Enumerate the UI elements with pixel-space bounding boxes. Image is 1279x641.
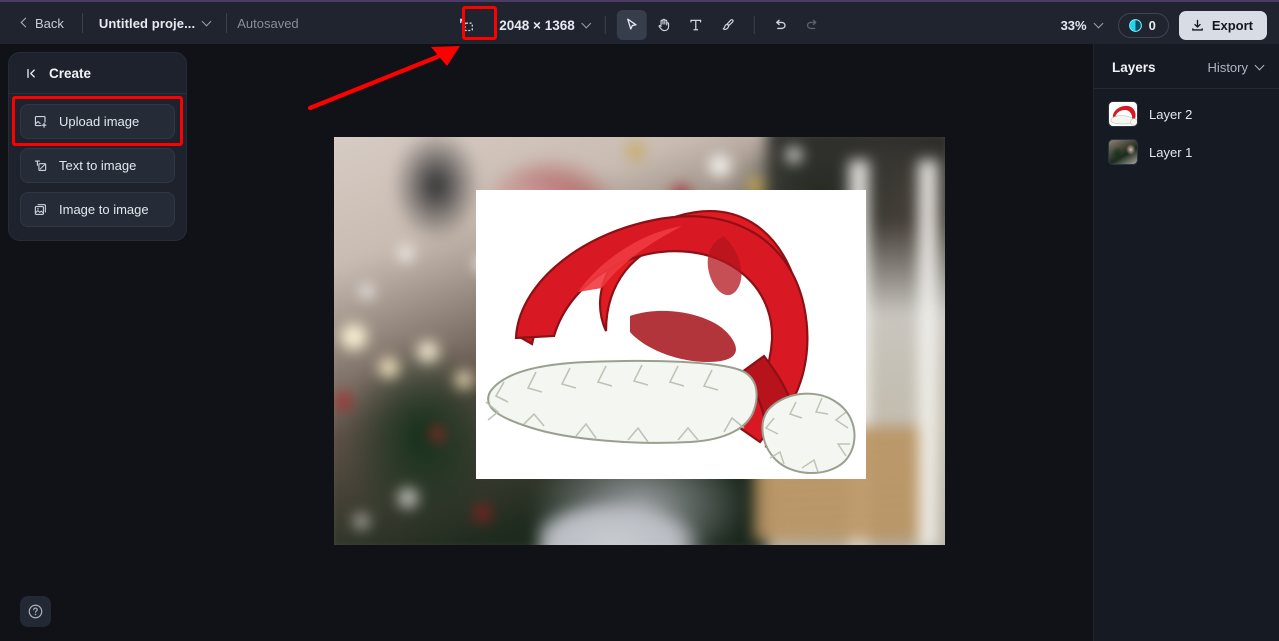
layers-panel: Layers History Layer 2 Layer 1 <box>1093 44 1279 641</box>
header-toolbar: 2048 × 1368 <box>451 4 827 46</box>
question-mark-icon <box>28 604 43 619</box>
collapse-left-icon <box>27 68 35 79</box>
header-left-group: Back Untitled proje... Autosaved <box>0 11 299 36</box>
select-tool-icon <box>627 18 637 30</box>
history-tab-label: History <box>1207 60 1248 75</box>
layer-name-label: Layer 1 <box>1149 144 1193 160</box>
project-name-label: Untitled proje... <box>98 15 196 31</box>
resize-canvas-button[interactable] <box>451 10 481 40</box>
header-divider-1 <box>81 13 83 33</box>
zoom-level-label: 33% <box>1060 17 1087 33</box>
redo-button[interactable] <box>798 10 828 40</box>
undo-button[interactable] <box>766 10 796 40</box>
undo-icon <box>776 19 787 29</box>
create-panel: Create Upload image Text to image Image … <box>8 52 187 241</box>
layer-name-label: Layer 2 <box>1149 106 1193 122</box>
back-button[interactable]: Back <box>14 11 72 36</box>
text-tool-icon <box>690 19 702 31</box>
chevron-left-icon <box>20 17 31 28</box>
chevron-down-icon <box>1254 60 1265 71</box>
select-tool-button[interactable] <box>616 10 647 40</box>
zoom-dropdown[interactable]: 33% <box>1055 14 1108 37</box>
hand-tool-button[interactable] <box>649 10 679 40</box>
toolbar-divider-1 <box>604 16 606 34</box>
hand-tool-icon <box>658 18 670 32</box>
credits-count-label: 0 <box>1148 17 1156 33</box>
create-item-label: Image to image <box>59 202 149 217</box>
create-item-image-to-image[interactable]: Image to image <box>20 192 175 227</box>
header-right-group: 33% 0 Export <box>1055 4 1267 46</box>
download-icon <box>1191 19 1203 31</box>
santa-hat-illustration <box>485 210 856 475</box>
create-panel-title: Create <box>49 66 92 81</box>
layer-2-santa-hat[interactable] <box>476 190 866 479</box>
back-button-label: Back <box>35 15 64 31</box>
image-editor-app: Back Untitled proje... Autosaved 2048 × … <box>0 0 1279 641</box>
canvas-size-label: 2048 × 1368 <box>499 17 575 33</box>
layers-list: Layer 2 Layer 1 <box>1094 89 1279 167</box>
app-header: Back Untitled proje... Autosaved 2048 × … <box>0 2 1279 44</box>
credit-coin-icon <box>1128 18 1142 32</box>
layers-panel-header: Layers History <box>1094 44 1279 89</box>
canvas-size-dropdown[interactable]: 2048 × 1368 <box>495 14 593 37</box>
project-name-dropdown[interactable]: Untitled proje... <box>93 12 216 35</box>
canvas-area[interactable] <box>195 44 1089 641</box>
toolbar-divider-2 <box>753 16 755 34</box>
text-to-image-icon <box>33 158 48 173</box>
create-panel-header[interactable]: Create <box>9 53 186 94</box>
chevron-down-icon <box>581 18 592 28</box>
text-tool-button[interactable] <box>681 10 711 40</box>
create-item-label: Upload image <box>59 114 140 129</box>
create-panel-body: Upload image Text to image Image to imag… <box>9 94 186 240</box>
redo-icon <box>807 19 817 29</box>
autosaved-status: Autosaved <box>237 15 299 31</box>
image-to-image-icon <box>33 202 48 217</box>
header-divider-2 <box>226 13 228 33</box>
resize-canvas-icon <box>459 18 473 32</box>
history-tab[interactable]: History <box>1207 60 1265 75</box>
credits-badge[interactable]: 0 <box>1117 12 1169 38</box>
chevron-down-icon <box>1093 18 1104 28</box>
upload-image-icon <box>33 114 48 129</box>
artboard[interactable] <box>334 137 945 545</box>
layers-tab[interactable]: Layers <box>1112 60 1156 75</box>
create-item-text-to-image[interactable]: Text to image <box>20 148 175 183</box>
layer-row-2[interactable]: Layer 2 <box>1106 99 1269 129</box>
export-button[interactable]: Export <box>1178 10 1267 40</box>
help-button[interactable] <box>20 596 51 627</box>
layer-row-1[interactable]: Layer 1 <box>1106 137 1269 167</box>
layer-thumbnail-christmas-photo <box>1108 139 1138 165</box>
brush-tool-icon <box>722 19 734 31</box>
brush-tool-button[interactable] <box>713 10 743 40</box>
layer-thumbnail-santa-hat <box>1108 101 1138 127</box>
create-item-label: Text to image <box>59 158 137 173</box>
export-button-label: Export <box>1211 17 1253 33</box>
create-item-upload-image[interactable]: Upload image <box>20 104 175 139</box>
chevron-down-icon <box>201 16 212 26</box>
